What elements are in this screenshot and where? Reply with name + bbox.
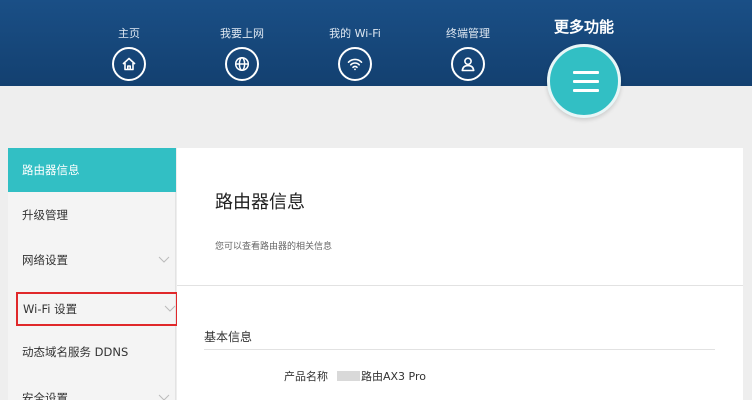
sidebar-item-label: Wi-Fi 设置: [23, 302, 78, 316]
page-description: 您可以查看路由器的相关信息: [215, 242, 333, 252]
divider: [177, 285, 743, 286]
section-divider: [204, 349, 715, 350]
chevron-down-icon: [158, 394, 170, 400]
sidebar-item-wifi-settings[interactable]: Wi-Fi 设置: [16, 292, 178, 326]
more-functions-label: 更多功能: [553, 18, 614, 36]
nav-item-label: 终端管理: [446, 27, 490, 40]
page-title: 路由器信息: [215, 192, 305, 213]
sidebar-item-label: 网络设置: [22, 253, 68, 267]
sidebar: 路由器信息 升级管理 网络设置 Wi-Fi 设置 动态域名服务 DDNS 安全设…: [8, 148, 178, 400]
sidebar-item-upgrade[interactable]: 升级管理: [8, 193, 176, 237]
top-navigation-bar: 主页 我要上网 我的 Wi-Fi 终端管理: [0, 0, 752, 86]
sidebar-item-label: 路由器信息: [22, 163, 80, 177]
home-icon: [112, 47, 146, 81]
sidebar-item-label: 升级管理: [22, 208, 68, 222]
field-label-product-name: 产品名称: [284, 370, 328, 383]
main-panel: 路由器信息 您可以查看路由器的相关信息 基本信息 产品名称 路由AX3 Pro: [177, 148, 743, 400]
nav-item-my-wifi[interactable]: 我的 Wi-Fi: [310, 27, 400, 81]
product-name-value: 路由AX3 Pro: [361, 370, 427, 383]
chevron-down-icon: [158, 256, 170, 263]
more-functions-button[interactable]: [547, 44, 621, 118]
sidebar-item-ddns[interactable]: 动态域名服务 DDNS: [8, 330, 176, 374]
nav-item-label: 我要上网: [220, 27, 264, 40]
sidebar-item-label: 动态域名服务 DDNS: [22, 345, 129, 359]
nav-item-internet[interactable]: 我要上网: [197, 27, 287, 81]
sidebar-item-network-settings[interactable]: 网络设置: [8, 238, 176, 282]
sidebar-item-label: 安全设置: [22, 391, 68, 400]
nav-item-devices[interactable]: 终端管理: [423, 27, 513, 81]
nav-item-label: 主页: [118, 27, 140, 40]
user-icon: [451, 47, 485, 81]
section-title: 基本信息: [204, 330, 253, 344]
globe-icon: [225, 47, 259, 81]
field-value-product-name: 路由AX3 Pro: [337, 368, 426, 384]
nav-item-label: 我的 Wi-Fi: [329, 27, 381, 40]
chevron-down-icon: [164, 305, 176, 312]
nav-item-home[interactable]: 主页: [84, 27, 174, 81]
sidebar-item-router-info[interactable]: 路由器信息: [8, 148, 176, 192]
wifi-icon: [338, 47, 372, 81]
redacted-text: [337, 371, 360, 381]
sidebar-item-security[interactable]: 安全设置: [8, 376, 176, 400]
